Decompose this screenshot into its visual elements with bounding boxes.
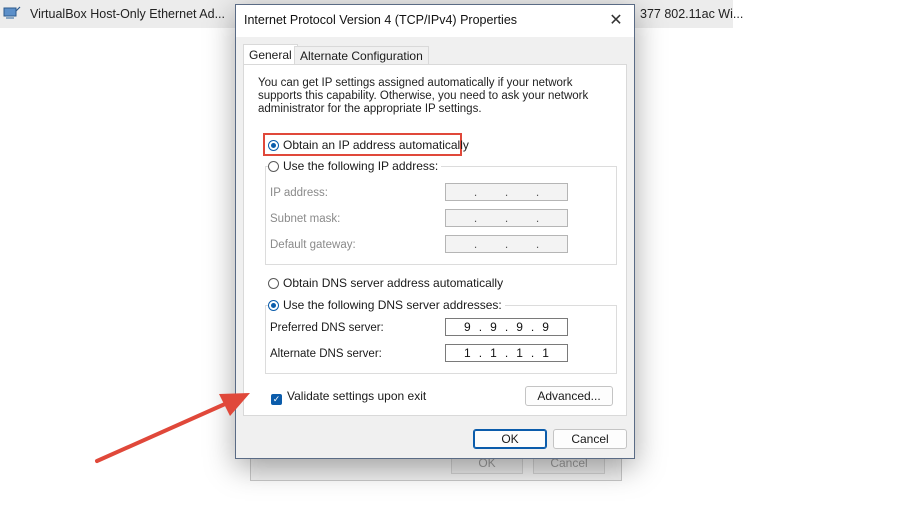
radio-unselected-icon [268,278,279,289]
description-text: You can get IP settings assigned automat… [258,77,589,115]
alternate-dns-label: Alternate DNS server: [270,348,382,360]
radio-selected-icon [268,300,279,311]
dialog-title: Internet Protocol Version 4 (TCP/IPv4) P… [244,13,518,27]
adapter-name-right[interactable]: 377 802.11ac Wi... [640,7,743,21]
radio-selected-icon [268,140,279,151]
subnet-mask-label: Subnet mask: [270,213,341,225]
close-icon: ✕ [609,12,623,29]
default-gateway-input[interactable]: ... [445,235,568,253]
tab-general[interactable]: General [243,44,298,66]
default-gateway-label: Default gateway: [270,239,356,251]
alternate-dns-input[interactable]: 1.1.1.1 [445,344,568,362]
use-following-ip-radio[interactable]: Use the following IP address: [268,158,442,174]
cancel-button[interactable]: Cancel [553,429,627,449]
validate-settings-label: Validate settings upon exit [287,389,427,403]
ip-address-label: IP address: [270,187,328,199]
general-panel: You can get IP settings assigned automat… [243,64,627,416]
adapter-name-left[interactable]: VirtualBox Host-Only Ethernet Ad... [30,7,225,21]
close-button[interactable]: ✕ [604,9,628,33]
obtain-dns-auto-label: Obtain DNS server address automatically [283,276,504,290]
network-adapter-icon [3,6,21,19]
use-following-ip-label: Use the following IP address: [283,159,439,173]
subnet-mask-input[interactable]: ... [445,209,568,227]
obtain-dns-auto-radio[interactable]: Obtain DNS server address automatically [268,275,503,291]
checkmark-icon: ✓ [271,394,282,405]
title-bar: Internet Protocol Version 4 (TCP/IPv4) P… [236,5,634,37]
advanced-button[interactable]: Advanced... [525,386,613,406]
preferred-dns-input[interactable]: 9.9.9.9 [445,318,568,336]
ok-button[interactable]: OK [473,429,547,449]
use-following-dns-radio[interactable]: Use the following DNS server addresses: [268,297,505,313]
ip-address-input[interactable]: ... [445,183,568,201]
radio-unselected-icon [268,161,279,172]
tab-alternate-configuration[interactable]: Alternate Configuration [294,46,429,65]
dns-server-group [265,305,617,374]
obtain-ip-auto-label: Obtain an IP address automatically [283,138,469,152]
validate-settings-checkbox[interactable]: ✓ Validate settings upon exit [271,388,427,405]
obtain-ip-auto-radio[interactable]: Obtain an IP address automatically [268,137,469,153]
use-following-dns-label: Use the following DNS server addresses: [283,298,502,312]
preferred-dns-label: Preferred DNS server: [270,322,384,334]
ipv4-properties-dialog: Internet Protocol Version 4 (TCP/IPv4) P… [235,4,635,459]
